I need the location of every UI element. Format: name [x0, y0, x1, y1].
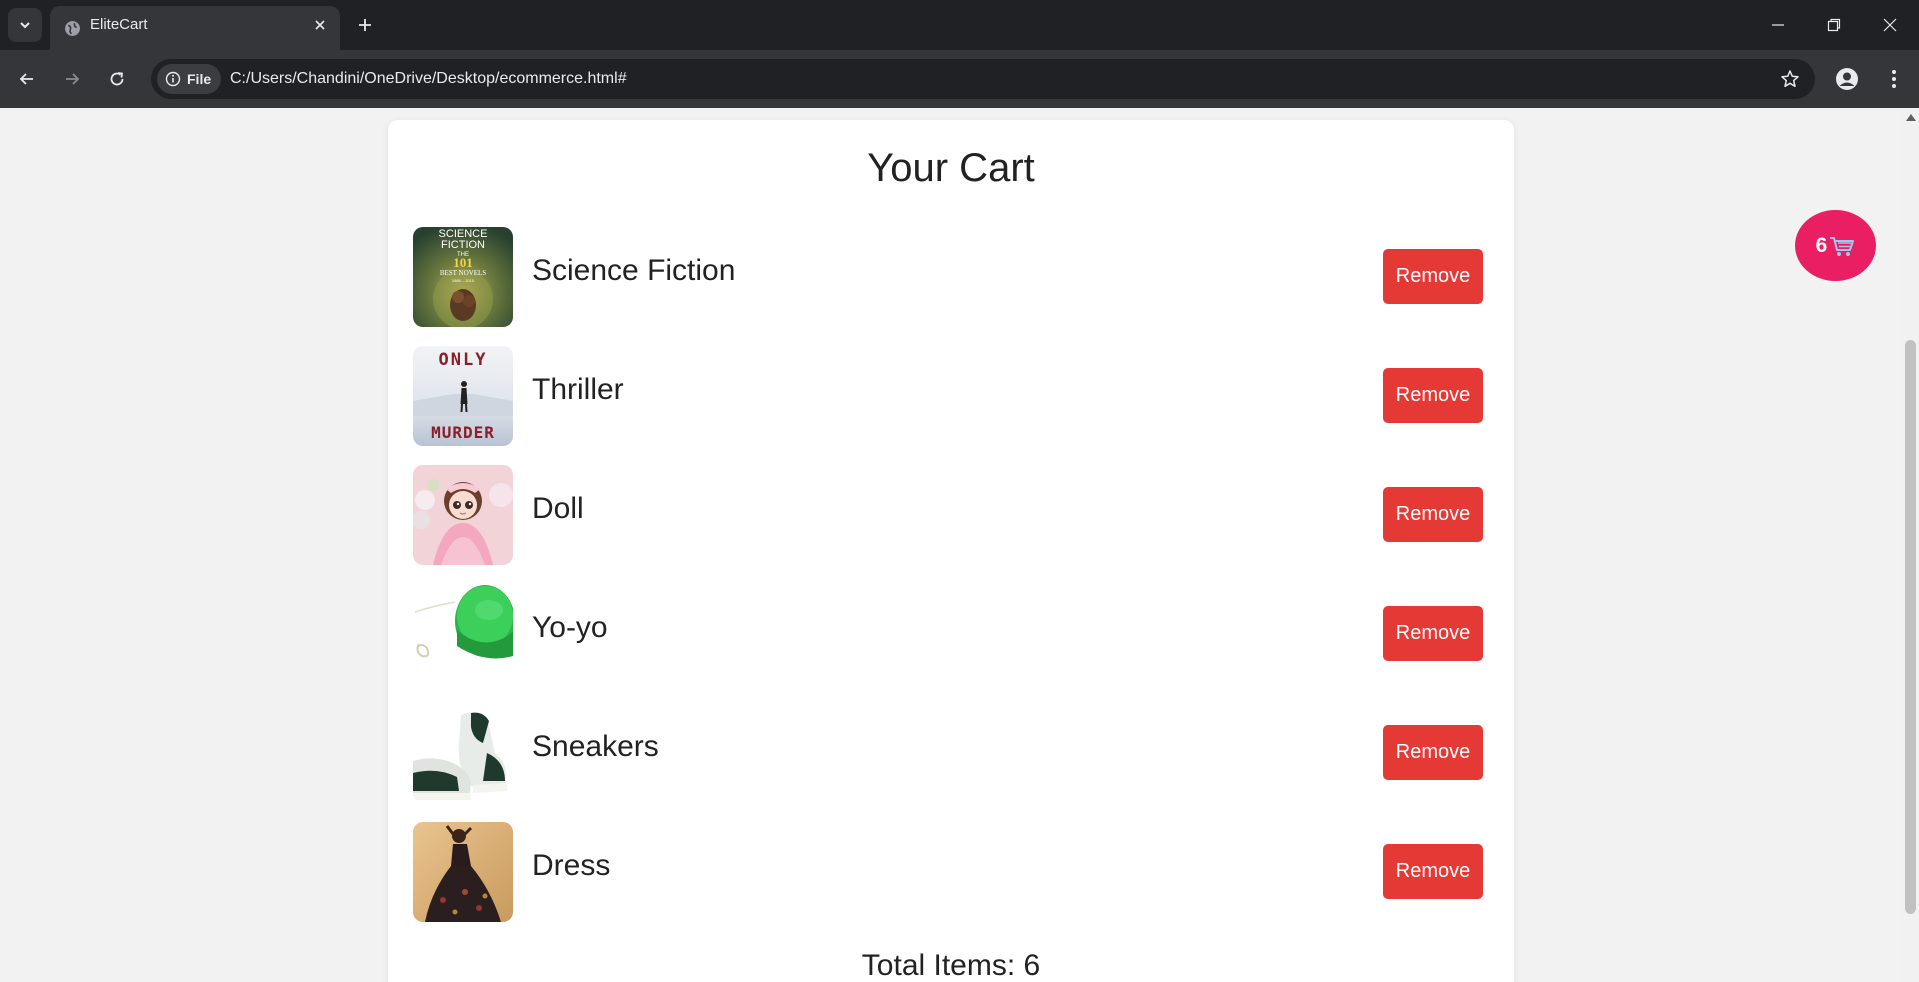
restore-icon	[1827, 18, 1841, 32]
cart-item: Yo-yo Remove	[413, 584, 1489, 684]
window-restore-button[interactable]	[1806, 0, 1862, 50]
cover-text-line: BEST NOVELS	[440, 269, 486, 277]
remove-button[interactable]: Remove	[1383, 487, 1483, 542]
profile-button[interactable]	[1831, 63, 1863, 95]
reload-button[interactable]	[102, 64, 132, 94]
cover-text-line: MURDER	[431, 423, 495, 442]
browser-toolbar: File C:/Users/Chandini/OneDrive/Desktop/…	[0, 50, 1919, 108]
chevron-down-icon	[20, 22, 30, 29]
browser-menu-button[interactable]	[1878, 63, 1910, 95]
arrow-right-icon	[66, 73, 80, 85]
new-tab-button[interactable]	[353, 10, 377, 40]
browser-tab-active[interactable]: EliteCart	[50, 6, 340, 50]
star-icon	[1781, 70, 1799, 88]
item-name: Dress	[532, 849, 611, 882]
sneakers-photo	[413, 703, 513, 803]
cover-text-line: ONLY	[439, 350, 488, 370]
cart-title: Your Cart	[867, 146, 1035, 190]
arrow-left-icon	[19, 73, 33, 85]
cart-count-badge: 6	[1815, 233, 1828, 257]
doll-photo	[413, 465, 513, 565]
close-icon	[1883, 18, 1897, 32]
window-close-button[interactable]	[1862, 0, 1918, 50]
scroll-up-arrow-icon[interactable]	[1906, 114, 1916, 121]
thriller-book-cover: ONLY MURDER	[413, 346, 513, 446]
plus-icon	[359, 19, 371, 31]
item-name: Sneakers	[532, 730, 659, 763]
cart-item: SCIENCE FICTION THE 101 BEST NOVELS 1985…	[413, 227, 1489, 327]
cart-floating-button[interactable]: 6	[1795, 210, 1876, 281]
close-icon	[315, 20, 325, 30]
forward-button[interactable]	[57, 64, 87, 94]
tab-close-button[interactable]	[310, 15, 330, 35]
scrollbar-thumb[interactable]	[1905, 340, 1916, 914]
item-name: Yo-yo	[532, 611, 608, 644]
minimize-icon	[1772, 24, 1784, 26]
item-name: Science Fiction	[532, 254, 736, 287]
info-icon	[165, 71, 181, 87]
cover-text-line: 1985 – 2010	[452, 278, 475, 283]
remove-button[interactable]: Remove	[1383, 368, 1483, 423]
yoyo-photo	[413, 584, 513, 684]
tab-search-button[interactable]	[8, 8, 42, 42]
cart-item: Doll Remove	[413, 465, 1489, 565]
site-chip-label: File	[187, 71, 212, 87]
remove-button[interactable]: Remove	[1383, 844, 1483, 899]
kebab-menu-icon	[1892, 70, 1896, 88]
cart-item: Sneakers Remove	[413, 703, 1489, 803]
remove-button[interactable]: Remove	[1383, 606, 1483, 661]
item-name: Doll	[532, 492, 584, 525]
window-minimize-button[interactable]	[1750, 0, 1806, 50]
cart-panel: Your Cart SCIENCE FICTION THE 101 BEST N…	[388, 120, 1514, 982]
page-viewport: Your Cart SCIENCE FICTION THE 101 BEST N…	[0, 108, 1902, 982]
science-fiction-book-cover: SCIENCE FICTION THE 101 BEST NOVELS 1985…	[413, 227, 513, 327]
tab-title: EliteCart	[90, 16, 148, 33]
back-button[interactable]	[12, 64, 42, 94]
address-bar[interactable]: File C:/Users/Chandini/OneDrive/Desktop/…	[151, 59, 1815, 99]
avatar-icon	[1836, 68, 1858, 90]
page-scrollbar[interactable]	[1902, 108, 1919, 982]
remove-button[interactable]: Remove	[1383, 725, 1483, 780]
url-text[interactable]: C:/Users/Chandini/OneDrive/Desktop/ecomm…	[230, 59, 627, 99]
globe-icon	[65, 21, 80, 36]
remove-button[interactable]: Remove	[1383, 249, 1483, 304]
reload-icon	[110, 72, 124, 86]
item-name: Thriller	[532, 373, 624, 406]
cover-text-line: FICTION	[441, 239, 485, 251]
browser-tab-strip: EliteCart	[0, 0, 1919, 50]
dress-photo	[413, 822, 513, 922]
shopping-cart-icon	[1830, 236, 1855, 256]
cover-text-line: 101	[453, 255, 473, 270]
total-items: Total Items: 6	[861, 949, 1041, 982]
bookmark-button[interactable]	[1777, 66, 1803, 92]
cart-item: ONLY MURDER Thriller Remove	[413, 346, 1489, 446]
site-info-chip[interactable]: File	[157, 64, 222, 94]
cart-item: Dress Remove	[413, 822, 1489, 922]
